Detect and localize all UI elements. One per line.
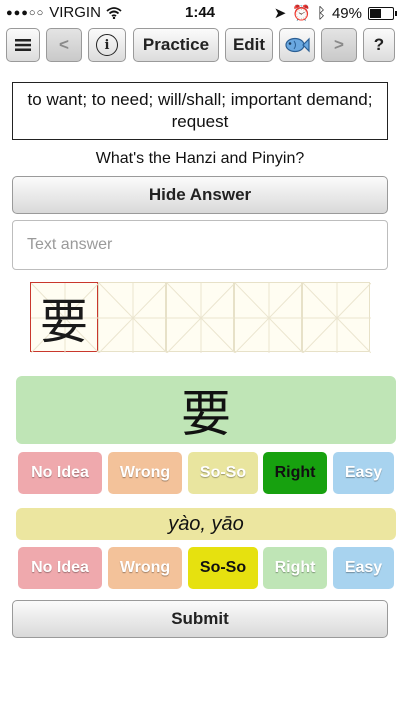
- writing-cell[interactable]: 要: [30, 282, 99, 353]
- pinyin-rate-wrong[interactable]: Wrong: [108, 547, 182, 589]
- help-button[interactable]: ?: [363, 28, 395, 62]
- hanzi-rate-wrong[interactable]: Wrong: [108, 452, 182, 494]
- fish-button[interactable]: [279, 28, 315, 62]
- forward-icon: >: [334, 35, 344, 54]
- battery-percent: 49%: [331, 4, 362, 22]
- alarm-icon: ⏰: [292, 5, 311, 22]
- toolbar: < i Practice Edit > ?: [0, 28, 400, 64]
- hanzi-rate-easy[interactable]: Easy: [333, 452, 394, 494]
- cell-guides: [303, 283, 371, 353]
- cell-guides: [235, 283, 303, 353]
- bluetooth-icon: ᛒ: [316, 4, 326, 22]
- hanzi-answer: 要: [16, 376, 396, 444]
- battery-icon: [368, 6, 397, 20]
- writing-cell[interactable]: [302, 282, 371, 353]
- writing-cell[interactable]: [166, 282, 235, 353]
- menu-icon: [15, 39, 31, 51]
- status-right: ➤ ⏰ ᛒ 49%: [273, 4, 397, 22]
- info-icon: i: [96, 34, 118, 56]
- hanzi-rate-no-idea[interactable]: No Idea: [18, 452, 102, 494]
- text-answer-input[interactable]: [12, 220, 388, 270]
- fish-icon: [285, 37, 310, 53]
- pinyin-rate-right[interactable]: Right: [263, 547, 327, 589]
- pinyin-rate-no-idea[interactable]: No Idea: [18, 547, 102, 589]
- pinyin-answer: yào, yāo: [16, 508, 396, 540]
- forward-button[interactable]: >: [321, 28, 357, 62]
- edit-button[interactable]: Edit: [225, 28, 273, 62]
- menu-button[interactable]: [6, 28, 40, 62]
- practice-button[interactable]: Practice: [133, 28, 219, 62]
- info-button[interactable]: i: [88, 28, 126, 62]
- cell-guides: [99, 283, 167, 353]
- hanzi-rate-soso[interactable]: So-So: [188, 452, 258, 494]
- written-character: 要: [39, 294, 88, 350]
- pinyin-rate-soso[interactable]: So-So: [188, 547, 258, 589]
- back-icon: <: [59, 35, 69, 54]
- card-question: What's the Hanzi and Pinyin?: [95, 150, 305, 167]
- hanzi-rate-right[interactable]: Right: [263, 452, 327, 494]
- submit-button[interactable]: Submit: [12, 600, 388, 638]
- back-button[interactable]: <: [46, 28, 82, 62]
- location-icon: ➤: [273, 5, 287, 22]
- status-bar: ●●●○○ VIRGIN 1:44 ➤ ⏰ ᛒ 49%: [0, 0, 400, 26]
- pinyin-rate-easy[interactable]: Easy: [333, 547, 394, 589]
- writing-cell[interactable]: [234, 282, 303, 353]
- card-prompt: to want; to need; will/shall; important …: [12, 82, 388, 140]
- writing-cell[interactable]: [98, 282, 167, 353]
- cell-guides: [167, 283, 235, 353]
- writing-grid[interactable]: 要: [30, 282, 371, 353]
- hide-answer-button[interactable]: Hide Answer: [12, 176, 388, 214]
